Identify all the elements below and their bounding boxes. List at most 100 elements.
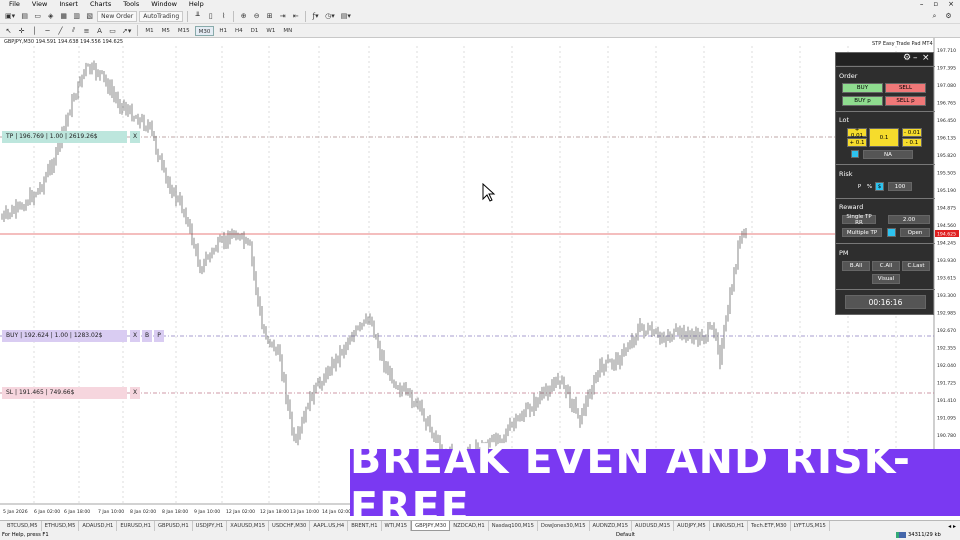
risk-money-toggle[interactable]: $ [875,182,884,191]
chart-tab[interactable]: GBPJPY,M30 [411,521,451,531]
visual-button[interactable]: Visual [872,274,900,284]
chart-tab[interactable]: AUDUSD,M15 [632,521,675,531]
tester-icon[interactable]: ▧ [84,11,95,22]
menu-file[interactable]: File [3,0,26,9]
tf-m30[interactable]: M30 [194,25,215,36]
chart-tab[interactable]: AUDJPY,M5 [674,521,710,531]
buy-line-label[interactable]: BUY | 192.624 | 1.00 | 1283.02$ [2,330,127,342]
close-last-button[interactable]: C.Last [902,261,930,271]
indicators-icon[interactable]: ƒ▾ [310,11,321,22]
risk-value-field[interactable]: 100 [888,182,912,191]
cursor-icon[interactable]: ↖ [3,25,14,36]
buy-partial-button[interactable]: P [154,330,164,342]
tf-h1[interactable]: H1 [216,26,230,36]
lot-plus-001-button[interactable]: + 0.01 [847,127,867,139]
buy-breakeven-button[interactable]: B [142,330,152,342]
tf-m5[interactable]: M5 [159,26,173,36]
chart-tab[interactable]: Nasdaq100,M15 [489,521,538,531]
risk-points-toggle[interactable]: P [855,182,864,191]
tf-mn[interactable]: MN [280,26,295,36]
chart-tab[interactable]: ADAUSD,H1 [79,521,118,531]
line-chart-icon[interactable]: ⌇ [218,11,229,22]
close-all-button[interactable]: C.All [872,261,900,271]
lot-na-field[interactable]: NA [863,150,913,159]
chart-tab[interactable]: DowJones30,M15 [538,521,590,531]
zoom-in-icon[interactable]: ⊕ [238,11,249,22]
lot-minus-001-button[interactable]: - 0.01 [902,128,922,137]
chart-tab[interactable]: EURUSD,H1 [117,521,155,531]
chart-tab[interactable]: ETHUSD,M5 [42,521,80,531]
sell-pending-button[interactable]: SELL p [885,96,926,106]
horizontal-line-icon[interactable]: ─ [42,25,53,36]
auto-trading-button[interactable]: AutoTrading [139,10,184,22]
tp-close-button[interactable]: X [130,131,140,143]
breakeven-all-button[interactable]: B.All [842,261,870,271]
chart-tab[interactable]: Tech.ETF,M30 [748,521,791,531]
chart-tab[interactable]: USDCHF,M30 [269,521,311,531]
minimize-icon[interactable]: – [920,0,924,9]
tab-scroll-icon[interactable]: ◂ ▸ [948,523,956,530]
menu-window[interactable]: Window [145,0,183,9]
vertical-line-icon[interactable]: │ [29,25,40,36]
buy-button[interactable]: BUY [842,83,883,93]
channel-icon[interactable]: ⫽ [68,25,79,36]
terminal-icon[interactable]: ▥ [71,11,82,22]
tf-m15[interactable]: M15 [175,26,193,36]
autoscroll-icon[interactable]: ⇥ [277,11,288,22]
chart-tab[interactable]: LINKUSD,H1 [710,521,749,531]
new-order-button[interactable]: New Order [97,10,138,22]
lot-value-field[interactable]: 0.1 [869,128,899,147]
text-icon[interactable]: A [94,25,105,36]
chart-tab[interactable]: GBPUSD,H1 [155,521,193,531]
risk-percent-toggle[interactable]: % [865,182,874,191]
search-icon[interactable]: ⌕ [929,11,940,22]
navigator-icon[interactable]: ◈ [45,11,56,22]
buy-pending-button[interactable]: BUY p [842,96,883,106]
menu-charts[interactable]: Charts [84,0,117,9]
periods-icon[interactable]: ◷▾ [323,11,337,22]
menu-help[interactable]: Help [183,0,210,9]
profiles-icon[interactable]: ▤ [19,11,30,22]
market-watch-icon[interactable]: ▭ [32,11,43,22]
multiple-tp-checkbox[interactable] [887,228,896,237]
close-panel-icon[interactable]: × [922,53,930,64]
chart-tab[interactable]: BTCUSD,M5 [4,521,42,531]
templates-icon[interactable]: ▤▾ [339,11,353,22]
gear-icon[interactable]: ⚙ [903,53,911,64]
menu-tools[interactable]: Tools [117,0,145,9]
chart-tab[interactable]: NZDCAD,H1 [450,521,489,531]
candlestick-icon[interactable]: ▯ [205,11,216,22]
lot-minus-01-button[interactable]: - 0.1 [902,138,922,147]
open-tp-button[interactable]: Open [900,228,930,237]
chart-tab[interactable]: AUDNZD,M15 [590,521,632,531]
restore-icon[interactable]: ▫ [933,0,938,9]
tf-w1[interactable]: W1 [263,26,278,36]
chart-tab[interactable]: AAPL.US,H4 [310,521,349,531]
tf-d1[interactable]: D1 [248,26,262,36]
rr-value-field[interactable]: 2.00 [888,215,930,224]
menu-insert[interactable]: Insert [53,0,84,9]
close-icon[interactable]: × [948,0,954,9]
buy-close-button[interactable]: X [130,330,140,342]
crosshair-icon[interactable]: ✛ [16,25,27,36]
minimize-panel-icon[interactable]: – [913,53,918,64]
tf-m1[interactable]: M1 [142,26,156,36]
chart-tab[interactable]: LYFT.US,M15 [791,521,830,531]
data-window-icon[interactable]: ▦ [58,11,69,22]
sl-close-button[interactable]: X [130,387,140,399]
chart-tab[interactable]: XAUUSD,M15 [227,521,270,531]
fibonacci-icon[interactable]: ≡ [81,25,92,36]
trendline-icon[interactable]: ╱ [55,25,66,36]
chart-tab[interactable]: WTI,M15 [382,521,412,531]
sell-button[interactable]: SELL [885,83,926,93]
chart-tab[interactable]: BRENT,H1 [348,521,382,531]
lot-mode-checkbox[interactable] [851,150,859,158]
single-tp-rr-label[interactable]: Single TP RR [842,214,876,226]
chart-shift-icon[interactable]: ⇤ [290,11,301,22]
lot-plus-01-button[interactable]: + 0.1 [847,138,867,147]
sl-line-label[interactable]: SL | 191.465 | 749.66$ [2,387,127,399]
label-icon[interactable]: ▭ [107,25,118,36]
tile-windows-icon[interactable]: ⊞ [264,11,275,22]
multiple-tp-label[interactable]: Multiple TP [842,228,882,237]
tf-h4[interactable]: H4 [232,26,246,36]
